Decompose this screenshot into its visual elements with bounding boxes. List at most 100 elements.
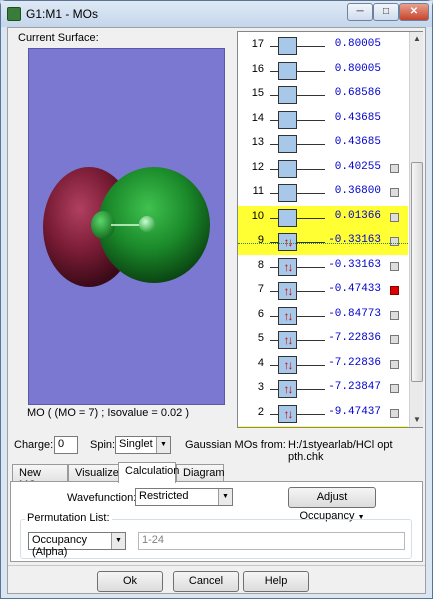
scroll-down-arrow[interactable]: ▼: [410, 413, 424, 427]
scroll-thumb[interactable]: [411, 162, 423, 382]
wavefunction-label: Wavefunction:: [67, 492, 137, 504]
mo-row[interactable]: 2 ↑↓ -9.47437: [238, 402, 408, 427]
electron-pair-icon: [279, 185, 296, 201]
mo-occupancy-box[interactable]: ↑↓: [278, 355, 297, 374]
mo-visibility-checkbox[interactable]: [390, 163, 399, 173]
minimize-button[interactable]: ─: [347, 3, 373, 21]
mo-energy: 0.68586: [334, 87, 381, 99]
mo-row[interactable]: 7 ↑↓ -0.47433: [238, 279, 408, 304]
mo-occupancy-box[interactable]: ↑↓: [278, 306, 297, 325]
current-surface-label: Current Surface:: [18, 32, 99, 44]
mo-visibility-checkbox[interactable]: [390, 212, 399, 222]
scroll-up-arrow[interactable]: ▲: [410, 32, 424, 46]
help-button[interactable]: Help: [243, 571, 309, 592]
mo-number: 10: [251, 209, 264, 222]
mo-row[interactable]: 4 ↑↓ -7.22836: [238, 353, 408, 378]
electron-pair-icon: [279, 38, 296, 54]
mo-row[interactable]: 3 ↑↓ -7.23847: [238, 377, 408, 402]
wavefunction-value: Restricted: [139, 490, 189, 502]
mo-visibility-checkbox[interactable]: [390, 384, 399, 393]
electron-pair-icon: ↑↓: [283, 284, 294, 298]
source-label: Gaussian MOs from:: [185, 439, 286, 451]
mo-visibility-checkbox[interactable]: [390, 335, 399, 344]
mo-number: 3: [257, 381, 264, 393]
adjust-occupancy-button[interactable]: Adjust Occupancy ▼: [288, 487, 376, 522]
mo-visibility-checkbox[interactable]: [390, 310, 399, 320]
mo-row[interactable]: 8 ↑↓ -0.33163: [238, 255, 408, 280]
close-button[interactable]: ✕: [399, 3, 429, 21]
mo-occupancy-box[interactable]: [278, 184, 297, 202]
molecule-viewport[interactable]: [28, 48, 225, 405]
mo-visibility-checkbox[interactable]: [390, 408, 399, 418]
mo-occupancy-box[interactable]: [278, 110, 297, 129]
electron-pair-icon: ↑↓: [283, 382, 294, 396]
tab-diagram[interactable]: Diagram: [176, 464, 225, 482]
chevron-down-icon: ▼: [156, 437, 170, 453]
mo-row[interactable]: 11 0.36800: [238, 181, 408, 206]
mo-occupancy-box[interactable]: ↑↓: [278, 331, 297, 349]
mo-row[interactable]: 6 ↑↓ -0.84773: [238, 304, 408, 329]
tab-calculation[interactable]: Calculation: [118, 462, 179, 483]
mo-occupancy-box[interactable]: ↑↓: [278, 233, 297, 251]
mo-occupancy-box[interactable]: ↑↓: [278, 404, 297, 423]
permutation-range-field[interactable]: 1-24: [138, 532, 405, 550]
mo-occupancy-box[interactable]: ↑↓: [278, 380, 297, 398]
mo-row[interactable]: 17 0.80005: [238, 34, 408, 59]
mo-occupancy-box[interactable]: [278, 135, 297, 153]
mo-visibility-checkbox[interactable]: [390, 359, 399, 369]
wavefunction-select[interactable]: Restricted ▼: [135, 488, 233, 506]
mo-occupancy-box[interactable]: [278, 61, 297, 80]
ok-button[interactable]: Ok: [97, 571, 163, 592]
maximize-button[interactable]: □: [373, 3, 399, 21]
mo-occupancy-box[interactable]: ↑↓: [278, 257, 297, 276]
mo-row[interactable]: 13 0.43685: [238, 132, 408, 157]
footer-separator: [8, 565, 425, 566]
spin-select[interactable]: Singlet ▼: [115, 436, 171, 454]
tab-visualize[interactable]: Visualize: [68, 464, 119, 482]
mo-visibility-checkbox[interactable]: [390, 286, 399, 295]
mo-row[interactable]: 14 0.43685: [238, 108, 408, 133]
mo-energy: -0.47433: [328, 283, 381, 295]
gaussview-app-icon: [7, 7, 21, 21]
electron-pair-icon: [279, 136, 296, 152]
electron-pair-icon: ↑↓: [283, 235, 294, 249]
orbital-render: [43, 167, 210, 287]
mo-number: 5: [257, 332, 264, 344]
tab-new-mos[interactable]: New MOs: [12, 464, 68, 491]
mo-list[interactable]: 17 0.80005 16 0.80005 15 0.68586 14 0.43685 13 0.…: [238, 32, 408, 427]
title-bar[interactable]: G1:M1 - MOs ─ □ ✕: [1, 1, 432, 27]
charge-field[interactable]: 0: [54, 436, 78, 454]
mo-row[interactable]: 15 0.68586: [238, 83, 408, 108]
mo-number: 12: [251, 160, 264, 173]
mo-row[interactable]: 16 0.80005: [238, 59, 408, 84]
mo-list-scrollbar[interactable]: ▲ ▼: [409, 32, 423, 427]
cancel-button[interactable]: Cancel: [173, 571, 239, 592]
mo-number: 7: [257, 283, 264, 295]
mo-occupancy-box[interactable]: [278, 159, 297, 178]
mo-occupancy-box[interactable]: [278, 86, 297, 104]
mo-visibility-checkbox[interactable]: [390, 237, 399, 246]
mo-row[interactable]: ↑↓: [238, 426, 408, 427]
mo-occupancy-box[interactable]: [278, 37, 297, 55]
electron-pair-icon: ↑↓: [283, 406, 294, 421]
mo-row[interactable]: 5 ↑↓ -7.22836: [238, 328, 408, 353]
mo-number: 6: [257, 307, 264, 320]
mo-occupancy-box[interactable]: [278, 208, 297, 227]
electron-pair-icon: ↑↓: [283, 333, 294, 347]
mo-visibility-checkbox[interactable]: [390, 261, 399, 271]
mo-number: 14: [251, 111, 264, 124]
adjust-occupancy-label: Adjust Occupancy: [299, 491, 355, 522]
mo-energy: -7.23847: [328, 381, 381, 393]
calculation-tab-content: Wavefunction: Restricted ▼ Adjust Occupa…: [10, 481, 423, 562]
mo-row[interactable]: 12 0.40255: [238, 157, 408, 182]
client-area: Current Surface: MO ((MO = 7) ; Isovalu…: [7, 27, 426, 594]
occupancy-select[interactable]: Occupancy (Alpha) ▼: [28, 532, 126, 558]
mo-visibility-checkbox[interactable]: [390, 188, 399, 197]
spin-value: Singlet: [119, 438, 153, 450]
electron-pair-icon: [279, 87, 296, 103]
window-title: G1:M1 - MOs: [26, 7, 99, 21]
mo-number: 11: [252, 185, 264, 197]
mo-occupancy-box[interactable]: ↑↓: [278, 282, 297, 300]
charge-spin-row: Charge: 0 Spin: Singlet ▼ Gaussian MOs f…: [14, 436, 424, 463]
mo-row[interactable]: 10 0.01366: [238, 205, 408, 230]
